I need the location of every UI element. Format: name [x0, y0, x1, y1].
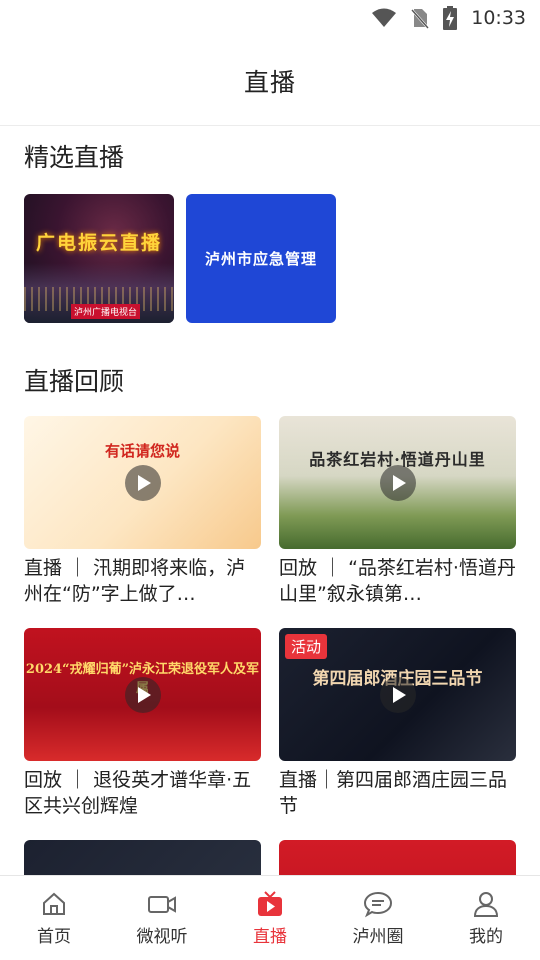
replay-thumbnail: 有话请您说: [24, 416, 261, 549]
clock: 10:33: [471, 7, 526, 29]
featured-live-heading: 精选直播: [24, 143, 125, 172]
nav-micro-video[interactable]: 微视听: [108, 876, 216, 960]
play-icon[interactable]: [124, 676, 161, 713]
nav-home[interactable]: 首页: [0, 876, 108, 960]
nav-label: 首页: [37, 926, 71, 947]
nav-luzhou-circle[interactable]: 泸州圈: [324, 876, 432, 960]
station-badge: 泸州广播电视台: [70, 304, 140, 319]
no-sim-icon: [411, 9, 430, 29]
nav-label: 泸州圈: [352, 926, 404, 947]
chat-bubble-icon: [363, 891, 393, 917]
status-bar: 10:33: [0, 0, 540, 36]
nav-label: 我的: [469, 926, 503, 947]
play-icon[interactable]: [379, 464, 416, 501]
nav-label: 直播: [253, 926, 287, 947]
video-camera-icon: [148, 895, 176, 913]
featured-live-label: 广电振云直播: [35, 232, 162, 254]
replay-card[interactable]: 2024“戎耀归葡”泸永江荣退役军人及军属 回放 ｜ 退役英才谱华章·五区共兴创…: [24, 628, 261, 819]
nav-live[interactable]: 直播: [216, 876, 324, 960]
featured-live-list: 广电振云直播 泸州广播电视台 泸州市应急管理: [24, 194, 336, 323]
replay-caption: 直播｜第四届郎酒庄园三品节: [279, 769, 508, 817]
replay-caption: 直播 ｜ 汛期即将来临，泸州在“防”字上做了…: [24, 557, 246, 605]
activity-tag: 活动: [285, 634, 328, 659]
user-icon: [473, 891, 499, 917]
featured-live-label: 泸州市应急管理: [204, 250, 317, 268]
replay-thumbnail: 品茶红岩村·悟道丹山里: [279, 416, 516, 549]
replay-card[interactable]: 有话请您说 直播 ｜ 汛期即将来临，泸州在“防”字上做了…: [24, 416, 261, 607]
replay-caption: 回放 ｜ 退役英才谱华章·五区共兴创辉煌: [24, 769, 252, 817]
play-icon[interactable]: [379, 676, 416, 713]
replay-card[interactable]: 品茶红岩村·悟道丹山里 回放 ｜ “品茶红岩村·悟道丹山里”叙永镇第…: [279, 416, 516, 607]
home-icon: [43, 892, 65, 915]
thumbnail-text: 有话请您说: [104, 442, 180, 460]
replay-thumbnail: 2024“戎耀归葡”泸永江荣退役军人及军属: [24, 628, 261, 761]
battery-charging-icon: [443, 6, 458, 30]
live-replay-heading: 直播回顾: [24, 367, 125, 396]
replay-thumbnail: 第四届郎酒庄园三品节 活动: [279, 628, 516, 761]
featured-live-card[interactable]: 泸州市应急管理: [186, 194, 336, 323]
bottom-navigation: 首页 微视听 直播 泸州圈 我的: [0, 875, 540, 960]
featured-live-card[interactable]: 广电振云直播 泸州广播电视台: [24, 194, 174, 323]
wifi-icon: [372, 8, 397, 27]
replay-card[interactable]: 第四届郎酒庄园三品节 活动 直播｜第四届郎酒庄园三品节: [279, 628, 516, 819]
page-title: 直播: [243, 67, 296, 97]
replay-caption: 回放 ｜ “品茶红岩村·悟道丹山里”叙永镇第…: [279, 557, 516, 605]
tv-play-icon: [258, 890, 282, 916]
nav-profile[interactable]: 我的: [432, 876, 540, 960]
nav-label: 微视听: [136, 926, 188, 947]
play-icon[interactable]: [124, 464, 161, 501]
app-header: 直播: [0, 36, 540, 126]
